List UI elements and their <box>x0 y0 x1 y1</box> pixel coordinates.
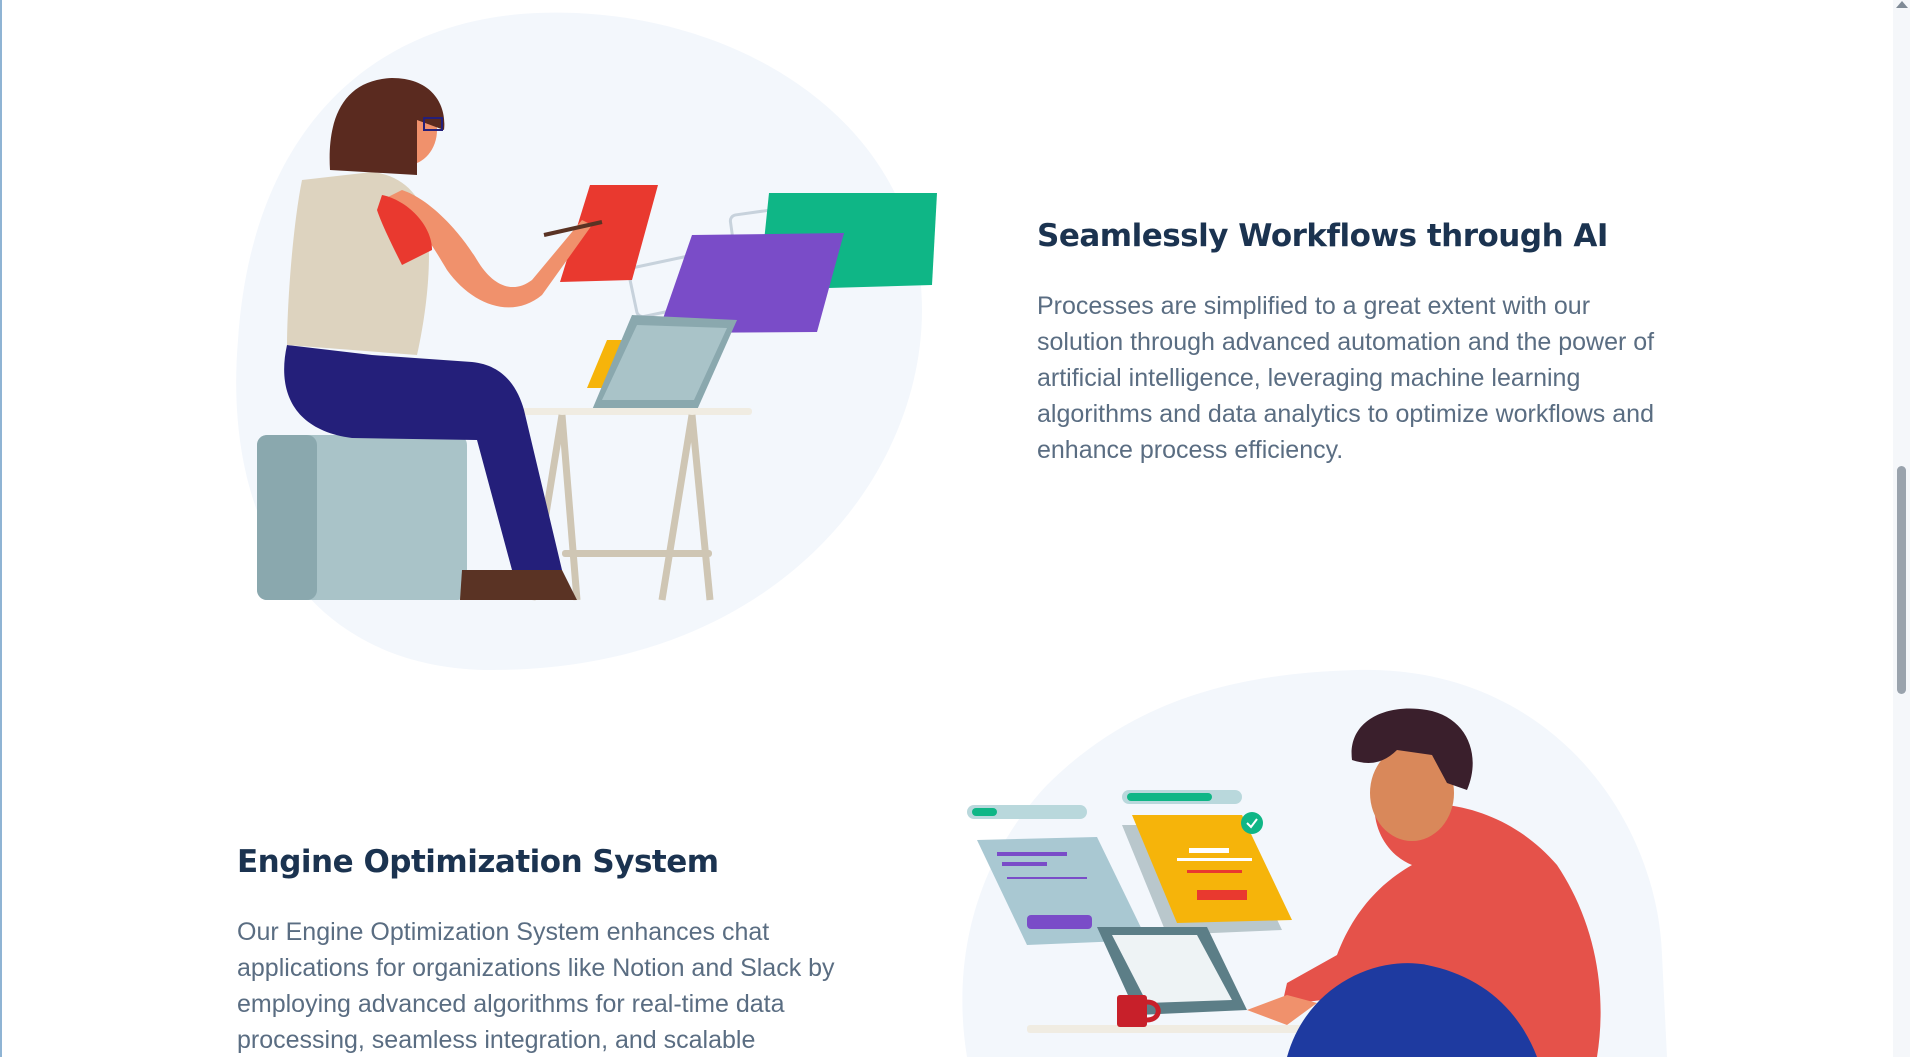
section-description: Our Engine Optimization System enhances … <box>237 918 835 1054</box>
section-description: Processes are simplified to a great exte… <box>1037 292 1655 464</box>
woman-with-floating-cards-illustration <box>236 12 937 670</box>
scroll-up-arrow-icon[interactable] <box>1896 1 1908 8</box>
man-with-laptop-illustration <box>962 669 1667 1057</box>
scrollbar-thumb[interactable] <box>1897 466 1906 694</box>
section-heading: Seamlessly Workflows through AI <box>1037 218 1608 254</box>
section-heading: Engine Optimization System <box>237 844 719 880</box>
vertical-scrollbar[interactable] <box>1893 0 1910 1057</box>
page: Seamlessly Workflows through AI Processe… <box>0 0 1910 1057</box>
